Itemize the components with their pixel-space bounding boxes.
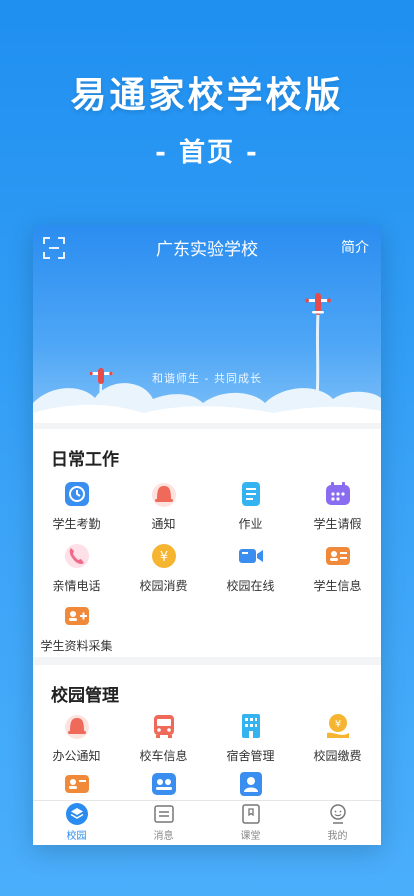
item-label: 校园在线 xyxy=(226,579,275,593)
video-camera-icon xyxy=(238,549,263,563)
svg-text:¥: ¥ xyxy=(334,719,340,730)
school-name: 广东实验学校 xyxy=(156,240,258,260)
intro-link[interactable]: 简介 xyxy=(341,237,369,257)
item-label: 校园缴费 xyxy=(313,749,362,763)
calendar-icon xyxy=(325,482,350,505)
tab-label: 我的 xyxy=(327,831,348,842)
promo-subtitle: - 首页 - xyxy=(155,138,259,168)
payment-icon: ¥ xyxy=(326,714,349,738)
dorm-management-item[interactable]: 宿舍管理 xyxy=(207,711,294,764)
campus-consume-item[interactable]: ¥ 校园消费 xyxy=(120,541,207,594)
add-profile-icon xyxy=(64,607,89,625)
family-phone-item[interactable]: 亲情电话 xyxy=(33,541,120,594)
campus-payment-item[interactable]: ¥ 校园缴费 xyxy=(294,711,381,764)
hero-header: 广东实验学校 简介 和谐师生 - 共同成长 xyxy=(33,225,381,423)
clock-icon xyxy=(64,482,89,506)
student-info-item[interactable]: 学生信息 xyxy=(294,541,381,594)
item-label: 办公通知 xyxy=(52,749,101,763)
student-attendance-item[interactable]: 学生考勤 xyxy=(33,479,120,532)
tab-label: 校园 xyxy=(66,831,87,842)
daily-work-title: 日常工作 xyxy=(51,450,119,470)
item-label: 学生资料采集 xyxy=(40,639,113,653)
phone-screen: 广东实验学校 简介 和谐师生 - 共同成长 日常工作 学生考勤 通知 作业 学生… xyxy=(33,225,381,845)
yuan-coin-icon: ¥ xyxy=(151,544,176,568)
office-bell-icon xyxy=(64,715,89,739)
campus-icon xyxy=(65,803,88,825)
profile-icon xyxy=(329,804,346,824)
item-label: 学生考勤 xyxy=(52,517,101,531)
clouds-illustration xyxy=(33,383,381,423)
notice-item[interactable]: 通知 xyxy=(120,479,207,532)
item-label: 学生信息 xyxy=(313,579,362,593)
item-label: 宿舍管理 xyxy=(226,749,275,763)
svg-text:¥: ¥ xyxy=(159,550,167,565)
item-label: 作业 xyxy=(238,517,263,531)
school-bus-item[interactable]: 校车信息 xyxy=(120,711,207,764)
tab-classroom[interactable]: 课堂 xyxy=(207,803,294,842)
bell-icon xyxy=(151,483,176,507)
phone-icon xyxy=(64,544,89,568)
id-card-icon xyxy=(325,547,350,565)
student-data-collect-item[interactable]: 学生资料采集 xyxy=(33,601,120,654)
tab-profile[interactable]: 我的 xyxy=(294,803,381,842)
building-icon xyxy=(241,714,260,738)
item-label: 校园消费 xyxy=(139,579,188,593)
class-icon xyxy=(151,773,176,795)
tab-bar: 校园 消息 课堂 我的 xyxy=(33,800,381,845)
campus-management-title: 校园管理 xyxy=(51,686,119,706)
bus-icon xyxy=(153,715,174,738)
tab-label: 消息 xyxy=(153,831,174,842)
id-card-icon xyxy=(64,775,89,793)
promo-title: 易通家校学校版 xyxy=(70,75,344,116)
homework-item[interactable]: 作业 xyxy=(207,479,294,532)
item-label: 学生请假 xyxy=(313,517,362,531)
user-icon xyxy=(239,772,262,796)
tab-label: 课堂 xyxy=(240,831,261,842)
student-leave-item[interactable]: 学生请假 xyxy=(294,479,381,532)
item-label: 通知 xyxy=(151,517,176,531)
daily-work-card: 日常工作 学生考勤 通知 作业 学生请假 亲情电话 ¥ 校园消费 校园在线 学生… xyxy=(33,429,381,657)
item-label: 亲情电话 xyxy=(52,579,101,593)
message-icon xyxy=(153,805,174,823)
tab-campus[interactable]: 校园 xyxy=(33,803,120,842)
homework-icon xyxy=(241,482,260,506)
classroom-icon xyxy=(241,804,260,824)
tab-message[interactable]: 消息 xyxy=(120,803,207,842)
item-label: 校车信息 xyxy=(139,749,188,763)
campus-online-item[interactable]: 校园在线 xyxy=(207,541,294,594)
office-notice-item[interactable]: 办公通知 xyxy=(33,711,120,764)
